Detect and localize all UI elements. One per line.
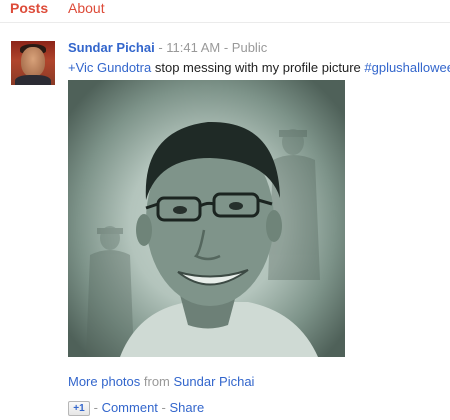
mention-link[interactable]: +Vic Gundotra	[68, 60, 151, 75]
tab-posts[interactable]: Posts	[10, 0, 48, 16]
post-time[interactable]: 11:41 AM	[166, 40, 220, 55]
action-separator: -	[157, 400, 170, 415]
meta-separator: -	[154, 40, 167, 55]
comment-link[interactable]: Comment	[102, 400, 158, 415]
more-photos-line: More photos from Sundar Pichai	[68, 374, 254, 389]
photo-eye-left	[173, 206, 187, 214]
post-photo[interactable]	[68, 80, 345, 357]
avatar-shirt	[15, 75, 51, 85]
post-actions: +1 - Comment - Share	[68, 400, 204, 416]
from-label: from	[140, 374, 174, 389]
photo-ear-right	[266, 210, 282, 242]
photo-author-link[interactable]: Sundar Pichai	[174, 374, 255, 389]
meta-separator: -	[220, 40, 232, 55]
avatar[interactable]	[11, 41, 55, 85]
ghost-figure-left	[86, 226, 134, 357]
photo-ear-left	[136, 214, 152, 246]
photo-illustration	[86, 121, 320, 357]
post-header: Sundar Pichai - 11:41 AM - Public	[68, 40, 267, 55]
hashtag-link[interactable]: #gplushalloween	[364, 60, 450, 75]
author-name[interactable]: Sundar Pichai	[68, 40, 155, 55]
share-link[interactable]: Share	[169, 400, 204, 415]
post-message: stop messing with my profile picture	[151, 60, 365, 75]
ghost-figure-right	[268, 129, 320, 280]
post-text: +Vic Gundotra stop messing with my profi…	[68, 60, 450, 75]
plus-one-button[interactable]: +1	[68, 401, 90, 416]
post-visibility[interactable]: Public	[232, 40, 267, 55]
profile-tabs: Posts About	[0, 0, 450, 23]
tab-about[interactable]: About	[68, 0, 105, 16]
avatar-face	[21, 47, 45, 77]
photo-eye-right	[229, 202, 243, 210]
more-photos-link[interactable]: More photos	[68, 374, 140, 389]
action-separator: -	[90, 400, 102, 415]
